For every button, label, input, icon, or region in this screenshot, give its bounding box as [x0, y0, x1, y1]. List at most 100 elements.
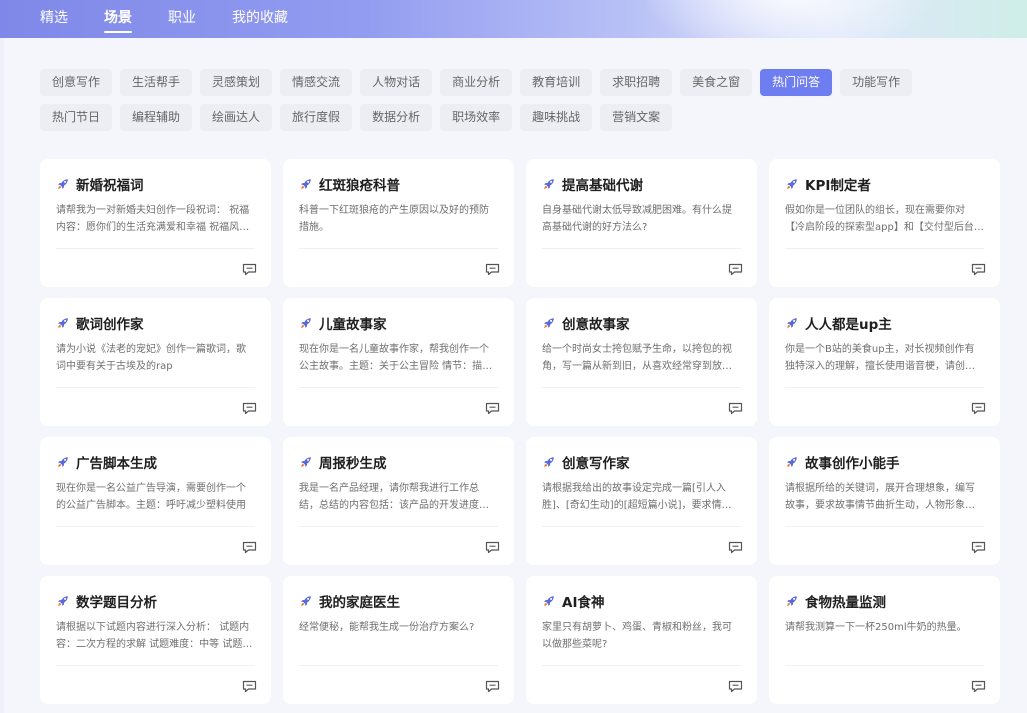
nav-tab-favorites[interactable]: 我的收藏: [232, 0, 288, 38]
card-title: 提高基础代谢: [562, 178, 643, 194]
card-title: 红斑狼疮科普: [319, 178, 400, 194]
chat-icon[interactable]: [971, 261, 986, 276]
chat-icon[interactable]: [485, 678, 500, 693]
card-divider: [56, 387, 255, 388]
rocket-icon: [56, 594, 70, 608]
card-description: 现在你是一名儿童故事作家，帮我创作一个公主故事。主题：关于公主冒险 情节：描述一…: [299, 344, 493, 372]
card-divider: [542, 387, 741, 388]
card-title-row: 创意故事家: [542, 314, 741, 333]
category-tag[interactable]: 营销文案: [600, 104, 673, 131]
rocket-icon: [56, 455, 70, 469]
nav-tab-scenes[interactable]: 场景: [104, 0, 132, 38]
prompt-card[interactable]: 创意故事家 给一个时尚女士挎包赋予生命，以挎包的视角，写一篇从新到旧，从喜欢经常穿…: [526, 298, 757, 426]
card-divider: [542, 248, 741, 249]
card-divider: [56, 248, 255, 249]
card-title-row: 人人都是up主: [785, 314, 984, 333]
card-title: 人人都是up主: [805, 317, 892, 333]
header-decoration: [640, 0, 940, 38]
card-divider: [299, 526, 498, 527]
card-divider: [542, 665, 741, 666]
category-tag[interactable]: 绘画达人: [200, 104, 273, 131]
prompt-card[interactable]: 红斑狼疮科普科普一下红斑狼疮的产生原因以及好的预防措施。: [283, 159, 514, 287]
card-divider: [785, 387, 984, 388]
category-tag[interactable]: 编程辅助: [120, 104, 193, 131]
card-title: AI食神: [562, 595, 605, 611]
prompt-card[interactable]: 故事创作小能手 请根据所给的关键词，展开合理想象，编写故事，要求故事情节曲折生动，…: [769, 437, 1000, 565]
card-title-row: 红斑狼疮科普: [299, 175, 498, 194]
card-title-row: 周报秒生成: [299, 453, 498, 472]
category-tag[interactable]: 功能写作: [840, 69, 913, 96]
category-tag[interactable]: 美食之窗: [680, 69, 753, 96]
chat-icon[interactable]: [242, 400, 257, 415]
rocket-icon: [785, 594, 799, 608]
card-description: 家里只有胡萝卜、鸡蛋、青椒和粉丝，我可以做那些菜呢?: [542, 622, 732, 650]
category-tag[interactable]: 创意写作: [40, 69, 113, 96]
rocket-icon: [785, 455, 799, 469]
prompt-card[interactable]: 我的家庭医生 经常便秘，能帮我生成一份治疗方案么?: [283, 576, 514, 704]
category-tag[interactable]: 求职招聘: [600, 69, 673, 96]
card-description: 科普一下红斑狼疮的产生原因以及好的预防措施。: [299, 205, 489, 233]
card-title-row: KPI制定者: [785, 175, 984, 194]
category-tag[interactable]: 数据分析: [360, 104, 433, 131]
prompt-card[interactable]: 食物热量监测请帮我测算一下一杯250ml牛奶的热量。: [769, 576, 1000, 704]
prompt-card[interactable]: 提高基础代谢自身基础代谢太低导致减肥困难。有什么提高基础代谢的好方法么?: [526, 159, 757, 287]
chat-icon[interactable]: [242, 261, 257, 276]
chat-icon[interactable]: [971, 539, 986, 554]
card-description: 请帮我测算一下一杯250ml牛奶的热量。: [785, 622, 967, 633]
chat-icon[interactable]: [728, 678, 743, 693]
chat-icon[interactable]: [971, 678, 986, 693]
category-tag[interactable]: 情感交流: [280, 69, 353, 96]
chat-icon[interactable]: [485, 400, 500, 415]
card-title: 儿童故事家: [319, 317, 387, 333]
nav-tab-featured[interactable]: 精选: [40, 0, 68, 38]
prompt-card[interactable]: 歌词创作家 请为小说《法老的宠妃》创作一篇歌词，歌词中要有关于古埃及的rap: [40, 298, 271, 426]
card-title: 食物热量监测: [805, 595, 886, 611]
category-tag[interactable]: 热门节日: [40, 104, 113, 131]
category-tag[interactable]: 趣味挑战: [520, 104, 593, 131]
prompt-card[interactable]: 周报秒生成我是一名产品经理，请你帮我进行工作总结，总结的内容包括：该产品的开发进…: [283, 437, 514, 565]
category-tag[interactable]: 生活帮手: [120, 69, 193, 96]
chat-icon[interactable]: [242, 678, 257, 693]
rocket-icon: [542, 594, 556, 608]
category-tag[interactable]: 教育培训: [520, 69, 593, 96]
card-description: 你是一个B站的美食up主，对长视频创作有独特深入的理解，擅长使用谐音梗，请创作一…: [785, 344, 975, 372]
chat-icon[interactable]: [728, 261, 743, 276]
chat-icon[interactable]: [971, 400, 986, 415]
prompt-card[interactable]: KPI制定者假如你是一位团队的组长，现在需要你对【冷启阶段的探索型app】和【交…: [769, 159, 1000, 287]
chat-icon[interactable]: [728, 400, 743, 415]
card-title-row: 歌词创作家: [56, 314, 255, 333]
chat-icon[interactable]: [728, 539, 743, 554]
card-title: KPI制定者: [805, 178, 871, 194]
category-tag[interactable]: 职场效率: [440, 104, 513, 131]
card-divider: [785, 665, 984, 666]
prompt-card[interactable]: 儿童故事家现在你是一名儿童故事作家，帮我创作一个公主故事。主题：关于公主冒险 情…: [283, 298, 514, 426]
card-description: 自身基础代谢太低导致减肥困难。有什么提高基础代谢的好方法么?: [542, 205, 732, 233]
prompt-card[interactable]: 人人都是up主你是一个B站的美食up主，对长视频创作有独特深入的理解，擅长使用谐…: [769, 298, 1000, 426]
chat-icon[interactable]: [485, 261, 500, 276]
category-tag[interactable]: 灵感策划: [200, 69, 273, 96]
card-title: 歌词创作家: [76, 317, 144, 333]
chat-icon[interactable]: [485, 539, 500, 554]
rocket-icon: [299, 455, 313, 469]
card-description: 我是一名产品经理，请你帮我进行工作总结，总结的内容包括：该产品的开发进度、遇到.…: [299, 483, 489, 511]
category-tag[interactable]: 旅行度假: [280, 104, 353, 131]
card-title: 数学题目分析: [76, 595, 157, 611]
card-description: 假如你是一位团队的组长，现在需要你对【冷启阶段的探索型app】和【交付型后台】制…: [785, 205, 984, 233]
rocket-icon: [542, 455, 556, 469]
prompt-card[interactable]: 广告脚本生成 现在你是一名公益广告导演，需要创作一个的公益广告脚本。主题：呼吁减少…: [40, 437, 271, 565]
prompt-card[interactable]: AI食神家里只有胡萝卜、鸡蛋、青椒和粉丝，我可以做那些菜呢?: [526, 576, 757, 704]
card-divider: [785, 248, 984, 249]
card-divider: [56, 526, 255, 527]
card-title-row: 故事创作小能手: [785, 453, 984, 472]
category-tag[interactable]: 热门问答: [760, 69, 833, 96]
prompt-card[interactable]: 创意写作家 请根据我给出的故事设定完成一篇[引人入胜]、[奇幻生动]的[超短篇小说…: [526, 437, 757, 565]
prompt-card[interactable]: 数学题目分析 请根据以下试题内容进行深入分析： 试题内容：二次方程的求解 试题难度…: [40, 576, 271, 704]
card-divider: [785, 526, 984, 527]
card-title: 周报秒生成: [319, 456, 387, 472]
prompt-card[interactable]: 新婚祝福词 请帮我为一对新婚夫妇创作一段祝词： 祝福内容：愿你们的生活充满爱和幸福…: [40, 159, 271, 287]
nav-tab-professions[interactable]: 职业: [168, 0, 196, 38]
category-tag[interactable]: 人物对话: [360, 69, 433, 96]
chat-icon[interactable]: [242, 539, 257, 554]
category-tag[interactable]: 商业分析: [440, 69, 513, 96]
card-title: 故事创作小能手: [805, 456, 900, 472]
